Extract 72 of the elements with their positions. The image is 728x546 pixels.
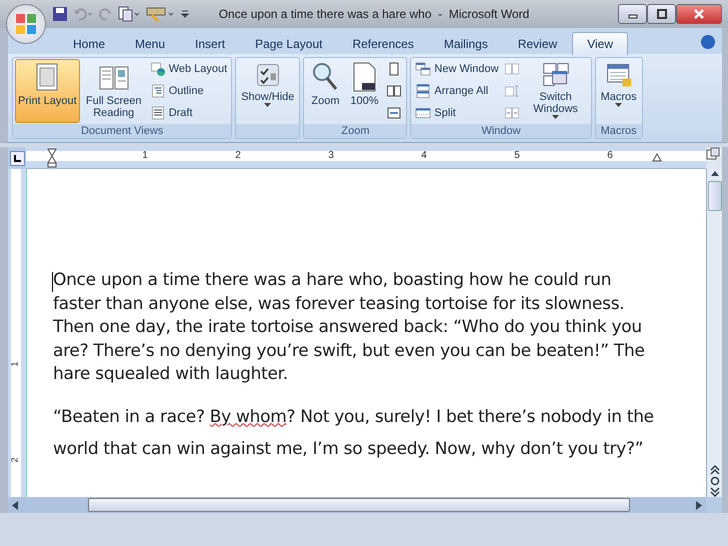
- macro-sheet-icon: [604, 61, 633, 89]
- next-page-icon[interactable]: [710, 487, 720, 497]
- close-icon: [693, 8, 705, 20]
- ruler-number: 5: [514, 150, 520, 161]
- side-by-side-icon: [504, 61, 520, 78]
- ribbon-tab[interactable]: Menu: [120, 32, 180, 54]
- minimize-button[interactable]: [618, 4, 647, 24]
- group-label: Window: [411, 124, 591, 138]
- close-button[interactable]: [676, 4, 722, 24]
- ruler-number: 1: [142, 150, 148, 161]
- scroll-left-icon[interactable]: [12, 500, 18, 510]
- ribbon-button[interactable]: 100%: [345, 59, 384, 123]
- ribbon-button[interactable]: Switch Windows: [522, 59, 589, 123]
- ruler-number: 6: [607, 150, 613, 161]
- reset-windows-icon: [504, 104, 520, 121]
- toolbox-icon[interactable]: [146, 6, 176, 22]
- ribbon-tab[interactable]: Review: [502, 32, 572, 54]
- ruler-number: 1: [10, 362, 20, 366]
- ribbon-tab[interactable]: Page Layout: [240, 32, 338, 54]
- document-paragraph: Once upon a time there was a hare who, boasting how he could run faster than anyone else, was forever teasing tortoise for its slowness. Then one day, the irate tortoise answered back: “Who do you think you are? There’s no denying you’re swift, but even you can be beaten!” The hare squealed with laughter.: [53, 269, 646, 386]
- ruler-number: 2: [10, 458, 20, 462]
- page-width-icon: [386, 104, 402, 121]
- scroll-arrows-icon: [504, 83, 520, 99]
- ribbon-button[interactable]: Draft: [148, 102, 230, 124]
- browse-object-icon[interactable]: [710, 475, 720, 487]
- window-title: Once upon a time there was a hare who - Microsoft Word: [218, 7, 530, 21]
- ribbon-tab[interactable]: Insert: [180, 32, 240, 54]
- group-label-bar: [236, 124, 300, 138]
- horizontal-scroll-thumb[interactable]: [88, 498, 630, 512]
- outline-page-icon: [150, 83, 166, 99]
- globe-page-icon: [150, 61, 166, 78]
- left-tab-icon: [14, 154, 20, 162]
- ribbon-button[interactable]: New Window: [413, 59, 501, 80]
- tab-stop-selector[interactable]: [10, 150, 24, 166]
- office-button[interactable]: [6, 4, 46, 44]
- documents-icon[interactable]: [118, 6, 142, 22]
- office-logo-icon: [15, 13, 37, 35]
- ribbon-button[interactable]: Outline: [148, 80, 230, 102]
- view-ruler-icon[interactable]: [706, 147, 720, 161]
- ribbon-tab[interactable]: Home: [58, 32, 120, 54]
- ruler-number: 4: [421, 150, 427, 161]
- ribbon-button[interactable]: Print Layout: [15, 59, 80, 123]
- group-label: Macros: [596, 124, 642, 138]
- maximize-button[interactable]: [647, 4, 676, 24]
- ruler-number: 2: [235, 150, 241, 161]
- document-paragraph: “Beaten in a race? By whom? Not you, surely! I bet there’s nobody in the world that can win against me, I’m so speedy. Now, why don’t you try?”: [53, 406, 655, 460]
- ribbon-button[interactable]: Split: [413, 102, 501, 124]
- help-icon[interactable]: [700, 34, 716, 50]
- maximize-icon: [656, 9, 666, 19]
- vertical-scroll-thumb[interactable]: [708, 181, 722, 211]
- ruler-number: 3: [328, 150, 334, 161]
- ribbon-tab[interactable]: View: [572, 32, 628, 55]
- scroll-right-icon[interactable]: [696, 500, 702, 510]
- ribbon-button[interactable]: Full Screen Reading: [80, 59, 147, 123]
- new-window-icon: [415, 61, 432, 78]
- ribbon-button[interactable]: Zoom: [306, 59, 344, 123]
- text-cursor: [52, 272, 53, 292]
- lined-page-icon: [150, 104, 166, 121]
- windows-icon: [542, 61, 570, 89]
- ribbon-button[interactable]: Macros: [598, 59, 640, 123]
- ribbon-button[interactable]: Web Layout: [148, 59, 230, 80]
- two-pages-icon: [386, 83, 402, 99]
- ribbon-button[interactable]: Show/Hide: [238, 59, 298, 123]
- stacked-windows-icon: [415, 83, 432, 99]
- save-icon[interactable]: [52, 6, 68, 22]
- group-label: Zoom: [304, 124, 406, 138]
- previous-page-icon[interactable]: [710, 465, 720, 475]
- ribbon-button[interactable]: Arrange All: [413, 80, 501, 102]
- group-label: Document Views: [13, 124, 232, 138]
- ribbon-tab[interactable]: References: [337, 32, 429, 54]
- ribbon-tab[interactable]: Mailings: [428, 32, 503, 54]
- right-indent-marker-icon: [652, 153, 662, 162]
